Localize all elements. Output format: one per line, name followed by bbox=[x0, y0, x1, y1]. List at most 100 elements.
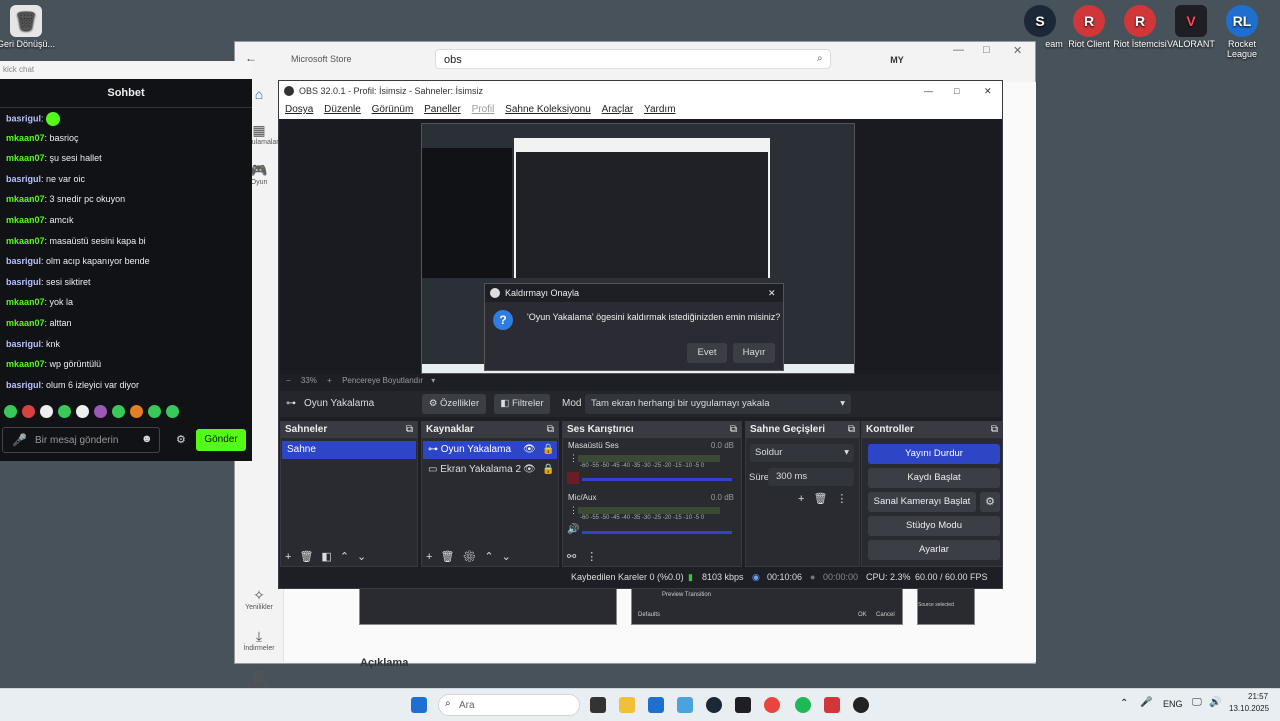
zoom-in-icon[interactable]: + bbox=[327, 376, 332, 385]
source-item-1[interactable]: ⊶ Oyun Yakalama 👁 🔒 bbox=[423, 441, 557, 459]
search-icon[interactable]: ⌕ bbox=[817, 53, 823, 64]
chevron-up-icon[interactable]: ⌃ bbox=[1120, 698, 1128, 709]
maximize-icon[interactable]: □ bbox=[983, 44, 990, 56]
more-vert-icon[interactable]: ⋮ bbox=[836, 493, 856, 505]
menu-araclar[interactable]: Araçlar bbox=[602, 104, 634, 115]
chat-username[interactable]: mkaan07 bbox=[6, 153, 45, 163]
close-icon[interactable]: ✕ bbox=[984, 81, 992, 101]
eye-icon[interactable]: 👁 bbox=[523, 461, 536, 479]
trash-icon[interactable]: 🗑 bbox=[299, 551, 321, 563]
emote-icon[interactable] bbox=[58, 405, 71, 418]
more-vert-icon[interactable]: ⋮ bbox=[569, 453, 578, 464]
chat-username[interactable]: mkaan07 bbox=[6, 297, 45, 307]
gear-icon[interactable]: ⚙ bbox=[462, 551, 484, 563]
maximize-icon[interactable]: □ bbox=[954, 81, 959, 101]
add-icon[interactable]: + bbox=[285, 551, 299, 563]
add-icon[interactable]: + bbox=[426, 551, 440, 563]
start-virtual-camera-button[interactable]: Sanal Kamerayı Başlat bbox=[868, 492, 976, 512]
emote-icon[interactable] bbox=[22, 405, 35, 418]
emote-icon[interactable] bbox=[166, 405, 179, 418]
chat-username[interactable]: mkaan07 bbox=[6, 359, 45, 369]
emoji-icon[interactable]: ☻ bbox=[141, 433, 153, 445]
volume-icon[interactable]: 🔊 bbox=[1209, 697, 1221, 708]
screenshot-thumb-1[interactable] bbox=[359, 587, 617, 625]
minimize-icon[interactable]: — bbox=[953, 44, 964, 56]
fit-to-window[interactable]: Pencereye Boyutlandır bbox=[342, 376, 423, 385]
chat-username[interactable]: mkaan07 bbox=[6, 215, 45, 225]
down-arrow-icon[interactable]: ⌄ bbox=[357, 551, 374, 563]
down-arrow-icon[interactable]: ⌄ bbox=[502, 551, 519, 563]
up-arrow-icon[interactable]: ⌃ bbox=[340, 551, 357, 563]
scene-item[interactable]: Sahne bbox=[282, 441, 416, 459]
chat-username[interactable]: basrigul bbox=[6, 339, 41, 349]
clock-date[interactable]: 13.10.2025 bbox=[1229, 704, 1269, 713]
start-recording-button[interactable]: Kaydı Başlat bbox=[868, 468, 1000, 488]
emote-icon[interactable] bbox=[4, 405, 17, 418]
emote-icon[interactable] bbox=[40, 405, 53, 418]
menu-sahne-koleksiyonu[interactable]: Sahne Koleksiyonu bbox=[505, 104, 591, 115]
downloads-nav[interactable]: ⤓ İndirmeler bbox=[235, 628, 283, 652]
emote-icon[interactable] bbox=[94, 405, 107, 418]
link-settings-icon[interactable]: ⚯ bbox=[567, 551, 586, 563]
chat-username[interactable]: basrigul bbox=[6, 256, 41, 266]
add-icon[interactable]: + bbox=[798, 493, 813, 505]
chat-username[interactable]: basrigul bbox=[6, 380, 41, 390]
task-view-icon[interactable] bbox=[590, 697, 606, 713]
settings-gear-icon[interactable]: ⚙ bbox=[176, 433, 186, 446]
taskbar-search[interactable]: Ara bbox=[438, 694, 580, 716]
chat-username[interactable]: basrigul bbox=[6, 113, 41, 123]
chat-username[interactable]: basrigul bbox=[6, 174, 41, 184]
obs-icon[interactable] bbox=[853, 697, 869, 713]
undock-icon[interactable]: ⧉ bbox=[848, 422, 855, 438]
volume-slider[interactable] bbox=[582, 478, 732, 481]
no-button[interactable]: Hayır bbox=[733, 343, 775, 363]
mode-select[interactable]: Tam ekran herhangi bir uygulamayı yakala… bbox=[585, 394, 851, 414]
menu-dosya[interactable]: Dosya bbox=[285, 104, 313, 115]
store-search-input[interactable]: obs bbox=[435, 49, 831, 69]
filters-button[interactable]: ◧ Filtreler bbox=[494, 394, 550, 414]
whats-new-nav[interactable]: ✧ Yenilikler bbox=[235, 587, 283, 611]
screenshot-thumb-3[interactable]: Source selected bbox=[917, 587, 975, 625]
screenshot-thumb-2[interactable]: Preview Transition Defaults OK Cancel bbox=[631, 587, 903, 625]
menu-paneller[interactable]: Paneller bbox=[424, 104, 461, 115]
recycle-bin-icon[interactable]: 🗑 Geri Dönüşü... bbox=[0, 5, 56, 49]
minimize-icon[interactable]: — bbox=[924, 81, 933, 101]
store-icon[interactable] bbox=[648, 697, 664, 713]
valorant-2-icon[interactable] bbox=[824, 697, 840, 713]
chrome-icon[interactable] bbox=[764, 697, 780, 713]
emote-icon[interactable] bbox=[76, 405, 89, 418]
virtual-camera-settings-button[interactable]: ⚙ bbox=[980, 492, 1000, 512]
more-vert-icon[interactable]: ⋮ bbox=[569, 505, 578, 516]
menu-duzenle[interactable]: Düzenle bbox=[324, 104, 361, 115]
speaker-icon[interactable]: 🔊 bbox=[567, 524, 579, 535]
more-vert-icon[interactable]: ⋮ bbox=[586, 551, 607, 563]
photos-icon[interactable] bbox=[677, 697, 693, 713]
undock-icon[interactable]: ⧉ bbox=[406, 422, 413, 438]
yes-button[interactable]: Evet bbox=[687, 343, 727, 363]
microphone-icon[interactable]: 🎤 bbox=[12, 433, 27, 447]
studio-mode-button[interactable]: Stüdyo Modu bbox=[868, 516, 1000, 536]
lock-icon[interactable]: 🔒 bbox=[542, 441, 554, 459]
spotify-icon[interactable] bbox=[795, 697, 811, 713]
microphone-icon[interactable]: 🎤 bbox=[1140, 697, 1152, 708]
undock-icon[interactable]: ⧉ bbox=[730, 422, 737, 438]
valorant-icon[interactable] bbox=[735, 697, 751, 713]
settings-button[interactable]: Ayarlar bbox=[868, 540, 1000, 560]
avatar[interactable]: MY bbox=[887, 51, 907, 69]
close-icon[interactable]: ✕ bbox=[768, 284, 776, 302]
emote-icon[interactable] bbox=[112, 405, 125, 418]
chat-username[interactable]: mkaan07 bbox=[6, 194, 45, 204]
start-icon[interactable] bbox=[411, 697, 427, 713]
source-item-2[interactable]: ▭ Ekran Yakalama 2 👁 🔒 bbox=[423, 461, 557, 479]
stop-stream-button[interactable]: Yayını Durdur bbox=[868, 444, 1000, 464]
chat-username[interactable]: mkaan07 bbox=[6, 133, 45, 143]
language-indicator[interactable]: ENG bbox=[1163, 699, 1183, 709]
mute-icon[interactable] bbox=[567, 472, 579, 484]
properties-button[interactable]: ⚙ Özellikler bbox=[422, 394, 486, 414]
send-button[interactable]: Gönder bbox=[196, 429, 246, 451]
eye-icon[interactable]: 👁 bbox=[523, 441, 536, 459]
emote-icon[interactable] bbox=[130, 405, 143, 418]
volume-slider[interactable] bbox=[582, 531, 732, 534]
close-icon[interactable]: ✕ bbox=[1013, 44, 1022, 57]
transition-select[interactable]: Soldur ▾ bbox=[750, 444, 854, 462]
